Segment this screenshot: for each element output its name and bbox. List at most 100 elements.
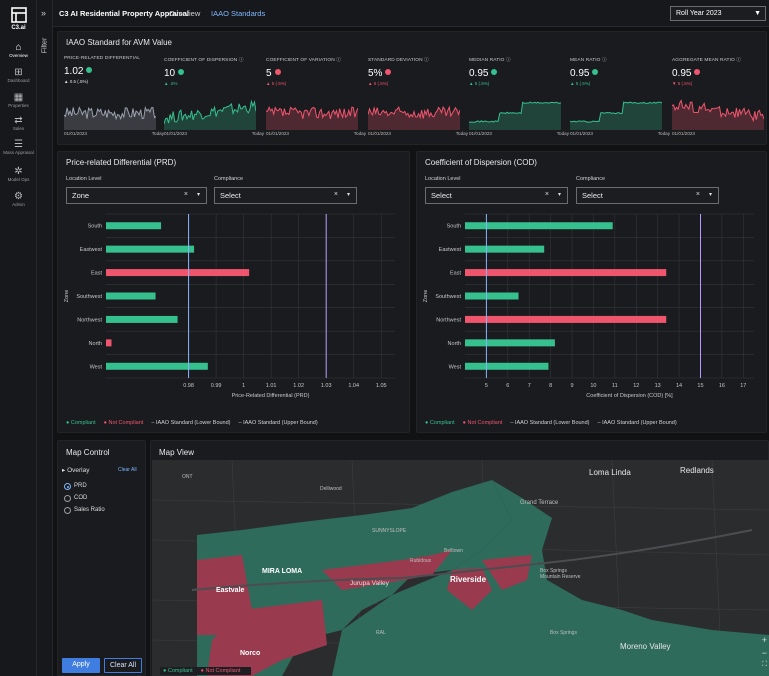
radio-icon: [64, 495, 71, 502]
tick-label: 1.01: [266, 383, 277, 389]
category-label: West: [90, 364, 103, 370]
radio-cod[interactable]: COD: [64, 495, 87, 502]
map-label-grand-terrace: Grand Terrace: [520, 500, 559, 506]
nav-item-dashboard[interactable]: ⊞ Dashboard: [0, 67, 37, 83]
nav-label: Properties: [8, 103, 29, 108]
map-label-loma-linda: Loma Linda: [589, 468, 631, 477]
kpi-value: 0.95: [570, 68, 670, 79]
clear-icon[interactable]: ×: [334, 191, 338, 198]
clear-icon[interactable]: ×: [545, 191, 549, 198]
zoom-in-button[interactable]: +: [762, 635, 767, 645]
kpi-value-text: 1.02: [64, 66, 84, 77]
cod-location-label: Location Level: [425, 176, 461, 182]
radio-prd[interactable]: PRD: [64, 483, 87, 490]
cog-icon: ✲: [14, 166, 23, 177]
kpi-delta: ▲ 0.5 (.5%): [64, 79, 88, 84]
kpi-label: MEDIAN RATIO ⓘ: [469, 58, 511, 63]
map-label-mira-loma: MIRA LOMA: [262, 568, 303, 575]
kpi-card[interactable]: COEFFICIENT OF VARIATION ⓘ 5 ▲ 5 (.5%) 01/0…: [266, 56, 366, 136]
home-icon: ⌂: [15, 42, 22, 53]
kpi-card[interactable]: STANDARD DEVIATION ⓘ 5% ▲ 5 (.5%) 01/01/202…: [368, 56, 468, 136]
tick-label: 15: [697, 383, 703, 389]
kpi-value-text: 0.95: [570, 68, 590, 79]
kpi-end-date: Today: [556, 131, 569, 136]
expand-filter-icon[interactable]: »: [41, 8, 46, 18]
kpi-sparkline: [469, 101, 561, 130]
bar: [465, 245, 545, 253]
alert-circle-icon: [274, 69, 281, 75]
map-label-ont: ONT: [182, 474, 193, 480]
kpi-label: COEFFICIENT OF DISPERSION ⓘ: [164, 58, 244, 63]
sparkline-area: [570, 102, 662, 130]
nav-label: Admin: [12, 202, 25, 207]
kpi-card[interactable]: MEDIAN RATIO ⓘ 0.95 ▲ 5 (.5%) 01/01/2023 Tod…: [469, 56, 569, 136]
nav-label: Overview: [9, 53, 28, 58]
tick-label: 16: [719, 383, 725, 389]
kpi-start-date: 01/01/2023: [570, 131, 593, 136]
kpi-sparkline: [570, 101, 662, 130]
filter-label[interactable]: Filter: [42, 35, 49, 57]
map-label-box-springs: Box Springs: [550, 630, 577, 636]
kpi-card[interactable]: COEFFICIENT OF DISPERSION ⓘ 10 ▲ .5% 01/01/…: [164, 56, 264, 136]
cod-compliance-select[interactable]: Select × ▾: [576, 187, 719, 204]
kpi-card[interactable]: AGGREGATE MEAN RATIO ⓘ 0.95 ▼ 5 (.5%) 01/01…: [672, 56, 769, 136]
bar: [106, 269, 250, 277]
tick-label: 5: [485, 383, 488, 389]
kpi-start-date: 01/01/2023: [672, 131, 695, 136]
nav-item-mass-appraisal[interactable]: ☰ Mass Appraisal: [0, 139, 37, 155]
nav-item-admin[interactable]: ⚙ Admin: [0, 191, 37, 207]
nav-label: Sales: [12, 126, 25, 131]
tick-label: 0.99: [211, 383, 222, 389]
category-label: East: [91, 271, 102, 277]
grid-icon: ⊞: [14, 67, 23, 78]
kpi-value-text: 5%: [368, 68, 383, 79]
nav-item-overview[interactable]: ⌂ Overview: [0, 42, 37, 58]
tick-label: 1: [242, 383, 245, 389]
tab-overview[interactable]: Overview: [169, 9, 200, 18]
prd-chart: South Eastwest East Southwest Northwest North…: [64, 213, 395, 399]
fullscreen-icon[interactable]: ⛶: [762, 661, 767, 669]
kpi-card[interactable]: MEAN RATIO ⓘ 0.95 ▲ 5 (.5%) 01/01/2023 Today: [570, 56, 670, 136]
category-label: Southwest: [76, 294, 102, 300]
clear-icon[interactable]: ×: [184, 191, 188, 198]
overlay-toggle[interactable]: ▸ Overlay: [62, 466, 89, 474]
kpi-delta: ▲ 5 (.5%): [368, 81, 389, 86]
nav-item-model-ops[interactable]: ✲ Model Ops: [0, 166, 37, 182]
kpi-card[interactable]: PRICE-RELATED DIFFERENTIAL 1.02 ▲ 0.5 (.5%…: [64, 56, 164, 136]
legend-not-compliant: ● Not Compliant: [462, 420, 503, 426]
filter-bar: » Filter: [37, 0, 53, 676]
clear-all-button[interactable]: Clear All: [104, 658, 142, 673]
tick-label: 13: [655, 383, 661, 389]
nav-label: Model Ops: [7, 177, 30, 182]
category-label: South: [88, 224, 102, 230]
kpi-value: 0.95: [672, 68, 769, 79]
kpi-end-date: Today: [251, 131, 264, 136]
map-label-norco: Norco: [240, 650, 261, 657]
tab-iaao-standards[interactable]: IAAO Standards: [211, 9, 265, 18]
nav-item-sales[interactable]: ⇄ Sales: [0, 115, 37, 131]
kpi-value: 5%: [368, 68, 468, 79]
map-label-rubidoux: Rubidoux: [410, 558, 432, 564]
cod-location-select[interactable]: Select × ▾: [425, 187, 568, 204]
kpi-delta: ▲ 5 (.5%): [469, 81, 490, 86]
kpi-value-text: 0.95: [672, 68, 692, 79]
kpi-value-text: 10: [164, 68, 176, 79]
map-label-sunnyslope: SUNNYSLOPE: [372, 528, 407, 534]
roll-year-select[interactable]: Roll Year 2023 ▼: [670, 6, 766, 21]
radio-sales-ratio[interactable]: Sales Ratio: [64, 507, 105, 514]
clear-all-link[interactable]: Clear All: [118, 467, 137, 473]
map-legend: ● Compliant ● Not Compliant: [160, 667, 252, 675]
clear-icon[interactable]: ×: [696, 191, 700, 198]
legend-not-compliant: ● Not Compliant: [103, 420, 144, 426]
prd-location-value: Zone: [72, 191, 90, 200]
kpi-value: 1.02: [64, 66, 164, 77]
kpi-value: 5: [266, 68, 366, 79]
prd-location-select[interactable]: Zone × ▾: [66, 187, 207, 204]
nav-sidebar: C3.ai ⌂ Overview ⊞ Dashboard ▦ Properties ⇄…: [0, 0, 37, 676]
apply-button[interactable]: Apply: [62, 658, 100, 673]
prd-compliance-select[interactable]: Select × ▾: [214, 187, 357, 204]
sparkline-area: [469, 102, 561, 130]
nav-item-properties[interactable]: ▦ Properties: [0, 92, 37, 108]
zoom-out-button[interactable]: −: [762, 648, 767, 658]
map-canvas[interactable]: Loma Linda Redlands Grand Terrace MIRA L…: [152, 460, 769, 676]
